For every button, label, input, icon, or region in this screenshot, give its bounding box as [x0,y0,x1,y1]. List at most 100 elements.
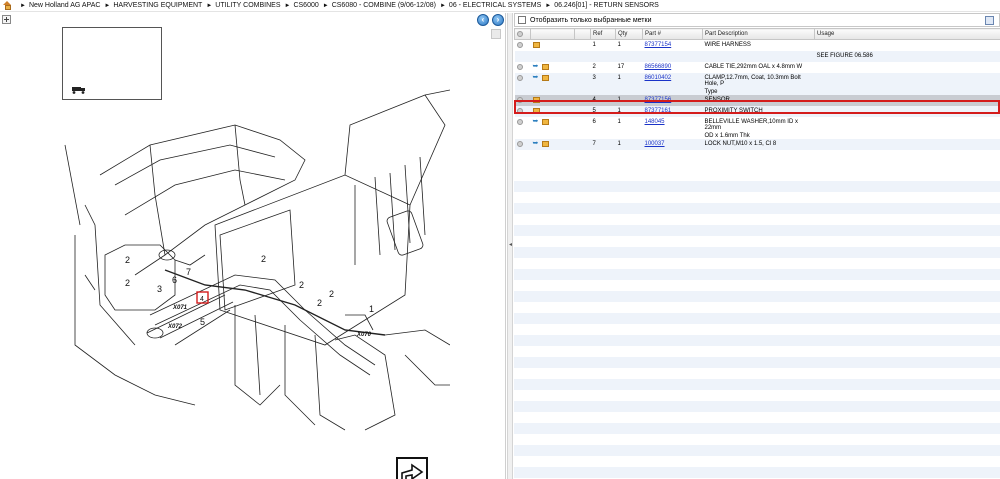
select-all-icon[interactable] [517,30,523,37]
part-number-link[interactable]: 87377161 [645,108,672,114]
empty-table-row [514,280,1000,291]
ref-column-header[interactable]: Ref [590,28,616,40]
empty-table-row [514,467,1000,478]
row-select-icon[interactable] [516,118,523,125]
empty-table-row [514,324,1000,335]
show-selected-only-checkbox[interactable] [518,16,526,24]
service-wrench-icon[interactable]: ➥ [533,63,540,70]
breadcrumb-item-brand[interactable]: New Holland AG APAC [29,2,100,9]
empty-table-row [514,390,1000,401]
row-select-icon[interactable] [516,140,523,147]
previous-page-button[interactable]: ‹ [477,14,489,26]
part-number-link[interactable]: 87377156 [645,97,672,103]
diagram-pane: ‹ › 2 2 2 2 2 2 3 6 7 4 5 1 X071 X072 X0… [0,13,506,479]
qty-cell: 1 [615,94,643,106]
table-row[interactable]: ➥ 2 17 86566890 CABLE TIE,292mm OAL x 4.… [515,62,1000,73]
part-number-link[interactable]: 100037 [645,141,665,147]
part-number-column-header[interactable]: Part # [642,28,703,40]
description-cell: PROXIMITY SWITCH [702,105,815,117]
breadcrumb-separator: ► [20,2,26,9]
add-to-cart-icon[interactable] [541,74,549,81]
table-row-note: SEE FIGURE 06.586 [514,50,1000,62]
breadcrumb: ► New Holland AG APAC ► HARVESTING EQUIP… [0,0,1000,12]
part-number-link[interactable]: 86010402 [645,75,672,81]
callout-1[interactable]: 1 [369,304,374,314]
breadcrumb-item-category[interactable]: HARVESTING EQUIPMENT [113,2,202,9]
connector-labels: X071 X072 X070 [167,305,372,338]
empty-table-row [514,192,1000,203]
empty-table-row [514,456,1000,467]
row-select-icon[interactable] [516,74,523,81]
add-to-cart-icon[interactable] [541,118,549,125]
breadcrumb-item-section[interactable]: 06 - ELECTRICAL SYSTEMS [449,2,541,9]
table-row[interactable]: 1 1 87377154 WIRE HARNESS [515,40,1000,51]
diagram-toolbar: ‹ › [0,13,506,26]
pane-splitter[interactable]: ◂ [507,13,513,479]
description-column-header[interactable]: Part Description [702,28,815,40]
qty-cell: 1 [615,72,643,95]
print-list-icon[interactable] [985,16,994,25]
callout-5[interactable]: 5 [200,317,205,327]
service-wrench-icon[interactable]: ➥ [533,140,540,147]
table-row[interactable]: 5 1 87377161 PROXIMITY SWITCH [514,105,1000,117]
connector-x070: X070 [356,332,372,338]
table-row[interactable]: ➥ 7 1 100037 LOCK NUT,M10 x 1.5, Cl 8 [514,138,1000,150]
service-wrench-icon[interactable]: ➥ [533,74,540,81]
breadcrumb-item-series[interactable]: CS6000 [293,2,318,9]
callout-6[interactable]: 6 [172,275,177,285]
add-to-cart-icon[interactable] [532,107,540,114]
empty-table-row [514,258,1000,269]
callout-2[interactable]: 2 [125,278,130,288]
qty-column-header[interactable]: Qty [615,28,643,40]
service-wrench-icon[interactable]: ➥ [533,118,540,125]
fit-view-button[interactable] [491,29,501,39]
collapse-arrow-icon[interactable]: ◂ [509,241,512,248]
select-all-header[interactable] [514,28,531,40]
table-row[interactable]: ➥ 3 1 86010402 CLAMP,12.7mm, Coat, 10.3m… [514,72,1000,95]
add-to-cart-icon[interactable] [541,63,549,70]
empty-table-row [514,247,1000,258]
add-to-cart-icon[interactable] [532,96,540,103]
callout-4[interactable]: 4 [200,296,204,303]
add-to-cart-icon[interactable] [532,42,540,48]
breadcrumb-separator: ► [322,2,329,9]
callout-2[interactable]: 2 [261,254,266,264]
empty-table-row [514,291,1000,302]
part-number-link[interactable]: 86566890 [645,64,672,70]
exploded-parts-diagram[interactable]: 2 2 2 2 2 2 3 6 7 4 5 1 X071 X072 X070 [55,85,450,435]
callout-7[interactable]: 7 [186,267,191,277]
export-arrow-icon [401,463,424,479]
usage-column-header[interactable]: Usage [814,28,1000,40]
table-row[interactable]: ➥ 6 1 148045 BELLEVILLE WASHER,10mm ID x… [515,117,1000,139]
row-select-icon[interactable] [516,63,523,70]
ref-cell: 1 [592,42,596,48]
callout-2[interactable]: 2 [329,289,334,299]
row-select-icon[interactable] [516,42,523,48]
callout-3[interactable]: 3 [157,284,162,294]
breadcrumb-separator: ► [206,2,213,9]
row-select-icon[interactable] [516,96,523,103]
export-button[interactable] [396,457,428,479]
callout-2[interactable]: 2 [317,298,322,308]
zoom-icon[interactable] [2,15,11,24]
add-to-cart-icon[interactable] [541,140,549,147]
part-number-link[interactable]: 87377154 [645,42,672,48]
callout-2[interactable]: 2 [299,280,304,290]
part-number-link[interactable]: 148045 [645,119,665,125]
breadcrumb-item-model[interactable]: CS6080 - COMBINE (9/06-12/08) [332,2,436,9]
table-row-selected[interactable]: 4 1 87377156 SENSOR [514,94,1000,106]
next-page-button[interactable]: › [492,14,504,26]
machine-body-lines [64,89,450,431]
breadcrumb-item-subcategory[interactable]: UTILITY COMBINES [215,2,280,9]
description-cell: LOCK NUT,M10 x 1.5, Cl 8 [702,138,815,150]
home-icon[interactable] [3,1,12,10]
row-select-icon[interactable] [516,107,523,114]
callout-2[interactable]: 2 [125,255,130,265]
see-figure-note: SEE FIGURE 06.586 [814,50,1000,62]
breadcrumb-separator: ► [104,2,111,9]
qty-cell: 1 [617,42,621,48]
description-cell: CLAMP,12.7mm, Coat, 10.3mm Bolt Hole, PT… [702,72,815,95]
empty-table-row [514,346,1000,357]
empty-table-area [514,181,1000,478]
breadcrumb-separator: ► [439,2,446,9]
